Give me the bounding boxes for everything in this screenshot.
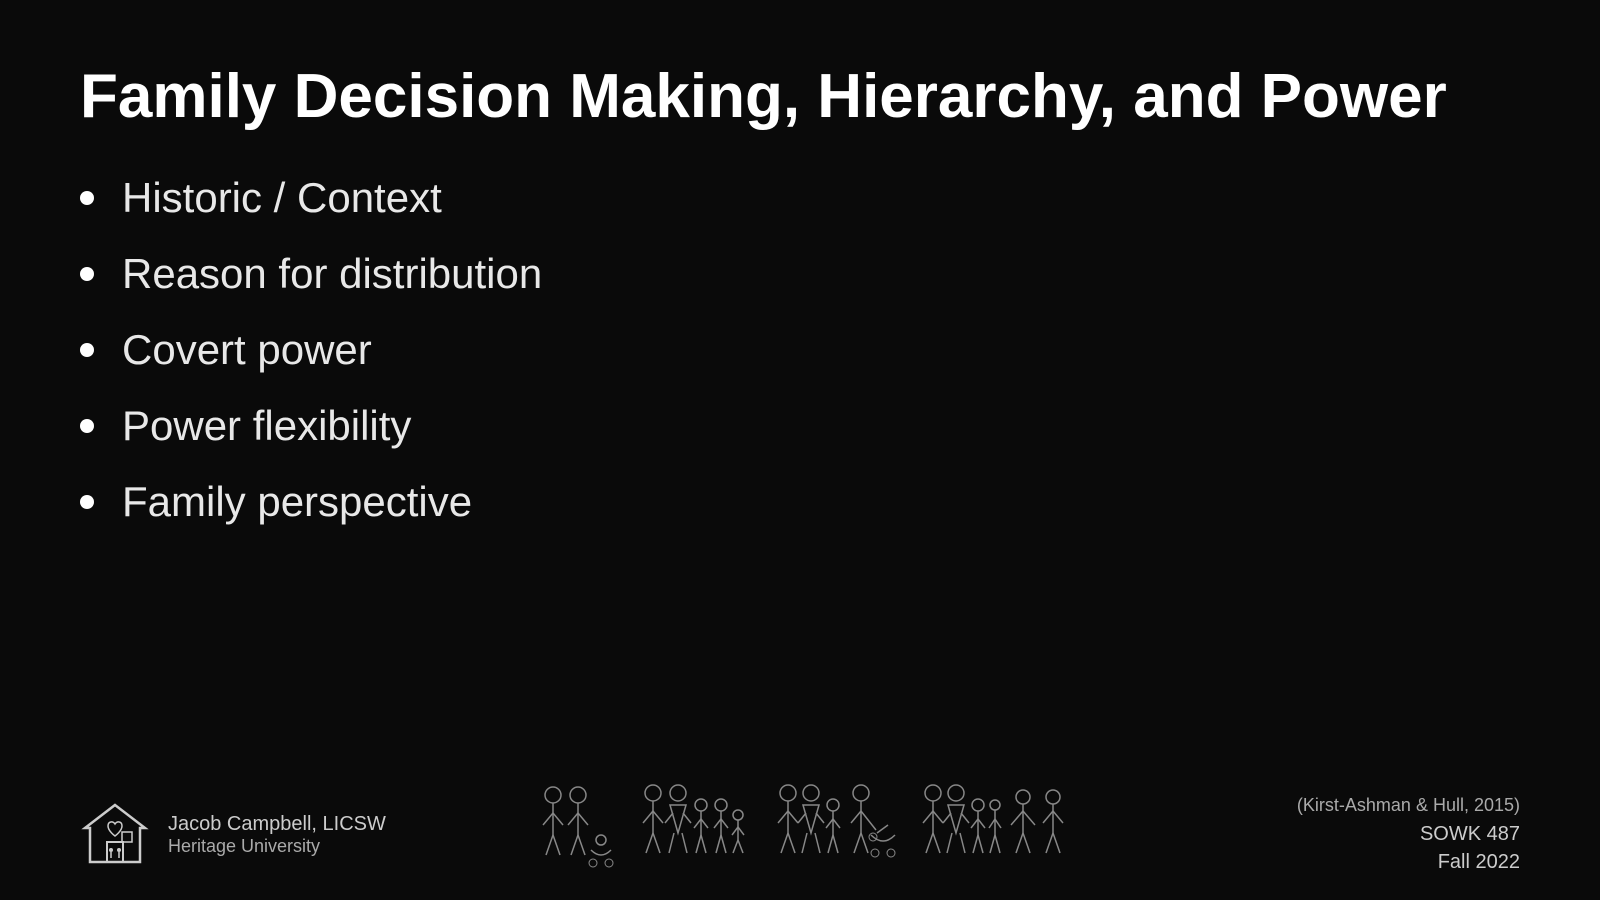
footer-author-info: Jacob Campbell, LICSW Heritage Universit… [168, 813, 386, 857]
bullet-text: Reason for distribution [122, 250, 542, 298]
list-item: Covert power [80, 326, 1520, 374]
slide: Family Decision Making, Hierarchy, and P… [0, 0, 1600, 900]
course-code: SOWK 487 [1420, 823, 1520, 845]
bullet-dot [80, 343, 94, 357]
bullet-text: Power flexibility [122, 402, 411, 450]
list-item: Family perspective [80, 478, 1520, 526]
bullet-text: Covert power [122, 326, 372, 374]
citation-text: (Kirst-Ashman & Hull, 2015) [1297, 795, 1520, 816]
course-info: SOWK 487 Fall 2022 [1420, 820, 1520, 876]
list-item: Power flexibility [80, 402, 1520, 450]
footer-right: (Kirst-Ashman & Hull, 2015) SOWK 487 Fal… [1240, 795, 1520, 876]
bullet-text: Family perspective [122, 478, 472, 526]
list-item: Reason for distribution [80, 250, 1520, 298]
footer-left: Jacob Campbell, LICSW Heritage Universit… [80, 800, 386, 870]
footer-center [386, 775, 1240, 895]
family-house-icon [80, 800, 150, 870]
bullet-text: Historic / Context [122, 174, 442, 222]
bullet-list: Historic / Context Reason for distributi… [80, 174, 1520, 526]
slide-title: Family Decision Making, Hierarchy, and P… [80, 60, 1520, 134]
bullet-dot [80, 495, 94, 509]
list-item: Historic / Context [80, 174, 1520, 222]
university-name: Heritage University [168, 836, 386, 857]
bullet-dot [80, 191, 94, 205]
author-name: Jacob Campbell, LICSW [168, 813, 386, 836]
family-figures-icon [533, 775, 1093, 885]
footer: Jacob Campbell, LICSW Heritage Universit… [0, 770, 1600, 900]
bullet-dot [80, 267, 94, 281]
course-term: Fall 2022 [1438, 851, 1520, 873]
bullet-dot [80, 419, 94, 433]
